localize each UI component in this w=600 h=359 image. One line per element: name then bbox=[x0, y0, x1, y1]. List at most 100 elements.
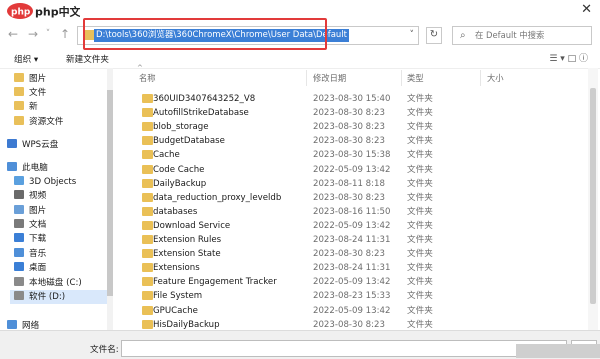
file-modified: 2023-08-30 8:23 bbox=[313, 108, 385, 119]
file-type: 文件夹 bbox=[407, 291, 433, 302]
sidebar-item[interactable]: 桌面 bbox=[14, 261, 46, 275]
chevron-down-icon[interactable]: ˅ bbox=[410, 28, 415, 43]
column-header-type[interactable]: 类型 bbox=[407, 70, 424, 86]
folder-icon bbox=[14, 116, 24, 125]
file-name: Download Service bbox=[153, 220, 231, 231]
sidebar-item[interactable]: 视频 bbox=[14, 189, 46, 203]
cloud-icon bbox=[7, 139, 17, 148]
sidebar-item[interactable]: 本地磁盘 (C:) bbox=[14, 276, 82, 290]
file-name: DailyBackup bbox=[153, 178, 207, 189]
cube-icon bbox=[14, 176, 24, 185]
file-row[interactable]: Extension State 2023-08-30 8:23 文件夹 bbox=[137, 247, 585, 261]
recent-dropdown-icon[interactable]: ˅ bbox=[44, 26, 52, 42]
file-modified: 2023-08-30 8:23 bbox=[313, 192, 385, 203]
sidebar-item[interactable]: 此电脑 bbox=[7, 161, 48, 175]
sidebar-item-label: 音乐 bbox=[29, 249, 47, 259]
sidebar-item-label: 文档 bbox=[29, 220, 47, 230]
file-row[interactable]: AutofillStrikeDatabase 2023-08-30 8:23 文件夹 bbox=[137, 106, 585, 120]
file-name: Extension State bbox=[153, 249, 221, 260]
folder-icon bbox=[142, 220, 153, 230]
column-header-name[interactable]: 名称 bbox=[139, 70, 156, 86]
file-row[interactable]: Download Service 2022-05-09 13:42 文件夹 bbox=[137, 219, 585, 233]
file-type: 文件夹 bbox=[407, 122, 433, 133]
filename-bar: 文件名: bbox=[0, 330, 600, 359]
sidebar-item[interactable]: 文档 bbox=[14, 218, 46, 232]
folder-icon bbox=[142, 277, 153, 287]
file-name: GPUCache bbox=[153, 305, 198, 316]
file-row[interactable]: Extensions 2023-08-24 11:31 文件夹 bbox=[137, 261, 585, 275]
computer-icon bbox=[7, 162, 17, 171]
sidebar-item[interactable]: 软件 (D:) bbox=[10, 290, 110, 304]
file-row[interactable]: Feature Engagement Tracker 2022-05-09 13:… bbox=[137, 275, 585, 289]
sidebar-item-label: 此电脑 bbox=[22, 163, 48, 173]
file-row[interactable]: Code Cache 2022-05-09 13:42 文件夹 bbox=[137, 163, 585, 177]
network-icon bbox=[7, 320, 17, 329]
sidebar-item[interactable]: WPS云盘 bbox=[7, 138, 58, 152]
folder-icon bbox=[14, 101, 24, 110]
file-type: 文件夹 bbox=[407, 164, 433, 175]
file-row[interactable]: blob_storage 2023-08-30 8:23 文件夹 bbox=[137, 120, 585, 134]
sidebar-item-label: 图片 bbox=[29, 206, 47, 216]
file-list-scroll-thumb[interactable] bbox=[590, 88, 596, 304]
file-row[interactable]: Cache 2023-08-30 15:38 文件夹 bbox=[137, 148, 585, 162]
file-type: 文件夹 bbox=[407, 108, 433, 119]
column-divider[interactable] bbox=[306, 70, 307, 86]
drive-icon bbox=[14, 277, 24, 286]
sidebar-item[interactable]: 新 bbox=[14, 100, 38, 114]
file-row[interactable]: BudgetDatabase 2023-08-30 8:23 文件夹 bbox=[137, 134, 585, 148]
close-icon[interactable]: ✕ bbox=[581, 2, 592, 18]
file-modified: 2023-08-16 11:50 bbox=[313, 206, 391, 217]
file-name: blob_storage bbox=[153, 122, 209, 133]
folder-icon bbox=[142, 122, 153, 132]
sidebar-item-label: 图片 bbox=[29, 74, 47, 84]
file-row[interactable]: Extension Rules 2023-08-24 11:31 文件夹 bbox=[137, 233, 585, 247]
sidebar-item-label: 本地磁盘 (C:) bbox=[29, 278, 82, 288]
sidebar-item[interactable]: 图片 bbox=[14, 204, 46, 218]
watermark-text: php中文网 bbox=[35, 5, 80, 19]
file-type: 文件夹 bbox=[407, 94, 433, 104]
column-divider[interactable] bbox=[480, 70, 481, 86]
file-row[interactable]: data_reduction_proxy_leveldb 2023-08-30 8… bbox=[137, 191, 585, 205]
new-folder-button[interactable]: 新建文件夹 bbox=[66, 53, 109, 65]
sidebar-item[interactable]: 网络 bbox=[7, 319, 39, 330]
file-type: 文件夹 bbox=[407, 277, 433, 288]
search-box[interactable]: ⌕ 在 Default 中搜索 bbox=[452, 26, 592, 45]
column-header-modified[interactable]: 修改日期 bbox=[313, 70, 346, 86]
file-modified: 2023-08-11 8:18 bbox=[313, 178, 385, 189]
file-type: 文件夹 bbox=[407, 136, 433, 147]
video-icon bbox=[14, 190, 24, 199]
organize-button[interactable]: 组织 ▾ bbox=[14, 53, 38, 65]
sidebar-item[interactable]: 资源文件 bbox=[14, 115, 63, 129]
column-divider[interactable] bbox=[401, 70, 402, 86]
php-logo: php php中文网 bbox=[7, 3, 80, 19]
search-input[interactable]: 在 Default 中搜索 bbox=[475, 29, 544, 42]
file-row[interactable]: GPUCache 2022-05-09 13:42 文件夹 bbox=[137, 304, 585, 318]
watermark-badge bbox=[516, 344, 600, 358]
view-options-icon[interactable]: ☰ ▾ □ ⓘ bbox=[549, 51, 588, 64]
file-row[interactable]: File System 2023-08-23 15:33 文件夹 bbox=[137, 289, 585, 303]
file-row[interactable]: 360UID3407643252_V8 2023-08-30 15:40 文件夹 bbox=[137, 92, 585, 106]
sidebar-item[interactable]: 文件 bbox=[14, 86, 46, 100]
file-type: 文件夹 bbox=[407, 263, 433, 274]
sidebar-item-label: 下载 bbox=[29, 234, 47, 244]
sidebar-item-label: 视频 bbox=[29, 191, 47, 201]
file-modified: 2023-08-30 8:23 bbox=[313, 136, 385, 147]
file-name: Feature Engagement Tracker bbox=[153, 277, 277, 288]
column-header-size[interactable]: 大小 bbox=[487, 70, 504, 86]
file-row[interactable]: databases 2023-08-16 11:50 文件夹 bbox=[137, 205, 585, 219]
sidebar-item[interactable]: 3D Objects bbox=[14, 175, 76, 189]
sidebar-scroll-thumb[interactable] bbox=[107, 90, 113, 296]
folder-icon bbox=[142, 235, 153, 244]
sidebar-item-label: 文件 bbox=[29, 88, 47, 98]
sidebar-item[interactable]: 下载 bbox=[14, 232, 46, 246]
refresh-button[interactable]: ↻ bbox=[426, 27, 442, 44]
back-button[interactable]: ← bbox=[6, 26, 20, 42]
folder-icon bbox=[14, 73, 24, 82]
folder-icon bbox=[142, 150, 153, 160]
filename-input[interactable] bbox=[121, 340, 567, 357]
file-row[interactable]: DailyBackup 2023-08-11 8:18 文件夹 bbox=[137, 177, 585, 191]
sidebar-item[interactable]: 图片 bbox=[14, 72, 46, 86]
forward-button[interactable]: → bbox=[26, 26, 40, 42]
sidebar-item[interactable]: 音乐 bbox=[14, 247, 46, 261]
up-button[interactable]: ↑ bbox=[58, 26, 72, 42]
